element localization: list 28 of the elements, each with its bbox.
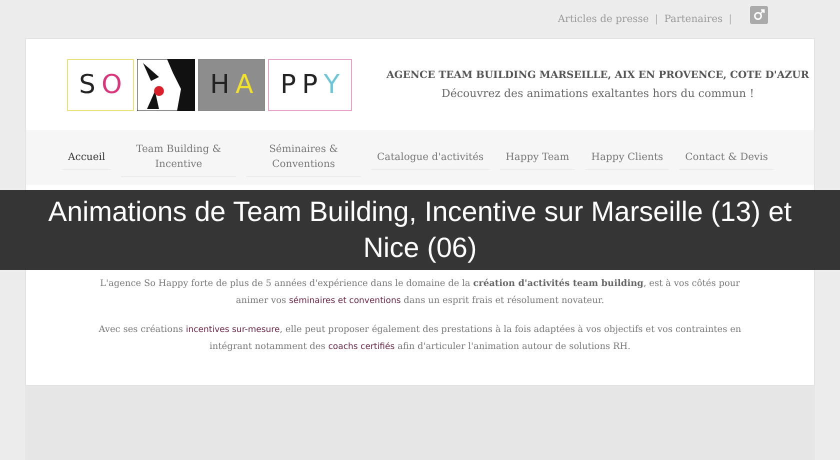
text-link[interactable]: séminaires et conventions bbox=[288, 296, 401, 306]
logo-letter: P bbox=[279, 70, 298, 100]
top-link[interactable]: Articles de presse bbox=[558, 14, 649, 24]
logo-letter: S bbox=[78, 70, 97, 100]
logo-letter: Y bbox=[322, 70, 341, 100]
nav-link[interactable]: Séminaires & Conventions bbox=[246, 138, 362, 177]
top-link[interactable]: Partenaires bbox=[664, 14, 723, 24]
illustration-drawing bbox=[136, 58, 195, 110]
logo-letter: O bbox=[100, 70, 123, 100]
text-link[interactable]: incentives sur-mesure bbox=[186, 325, 280, 335]
nav-link[interactable]: Happy Team bbox=[500, 146, 576, 170]
header-title: AGENCE TEAM BUILDING MARSEILLE, AIX EN PROVENCE, COTE D'AZUR bbox=[386, 70, 810, 80]
nav-link[interactable]: Happy Clients bbox=[585, 146, 670, 170]
caption-banner: Animations de Team Building, Incentive sur Marseille (13) et Nice (06) bbox=[0, 190, 840, 270]
header-subtitle: Découvrez des animations exaltantes hors du commun ! bbox=[442, 86, 754, 100]
nav-link[interactable]: Accueil bbox=[62, 146, 112, 170]
nav-link[interactable]: Team Building & Incentive bbox=[121, 138, 236, 177]
logo-letter: A bbox=[234, 70, 254, 100]
logo-letter: P bbox=[301, 70, 319, 100]
intro-paragraph: L'agence So Happy forte de plus de 5 années d'expérience dans le domaine de la création d'activités team building, est à vos côtés pour animer vos séminaires et conventions dans un esprit frais et résolument novateur. bbox=[99, 278, 741, 308]
logo-letter: H bbox=[208, 70, 231, 100]
nav-link[interactable]: Contact & Devis bbox=[679, 146, 774, 170]
text-link[interactable]: coachs certifiés bbox=[328, 342, 395, 352]
intro-paragraph: Avec ses créations incentives sur-mesure, elle peut proposer également des prestations à la fois adaptées à vos objectifs et vos contraintes en intégrant notamment des coachs certifiés afin d'articuler l'animation autour de solutions RH. bbox=[98, 324, 742, 354]
link-separator: | bbox=[654, 14, 658, 24]
male-symbol-icon[interactable] bbox=[750, 6, 768, 24]
nav-link[interactable]: Catalogue d'activités bbox=[371, 146, 490, 170]
link-separator: | bbox=[728, 14, 732, 24]
